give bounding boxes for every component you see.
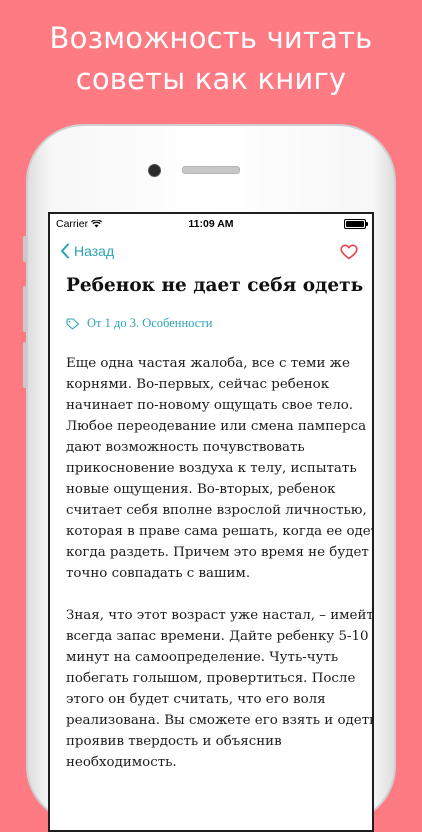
tag-icon xyxy=(66,317,80,330)
article-paragraph-2: Зная, что этот возраст уже настал, – име… xyxy=(66,605,374,773)
article-title: Ребенок не дает себя одеть xyxy=(66,275,364,296)
text-line: этого он будет считать, что его воля xyxy=(66,692,326,707)
status-bar: Carrier 11:09 AM xyxy=(50,214,372,234)
status-time: 11:09 AM xyxy=(188,218,234,230)
text-line: новые ощущения. Во-вторых, ребенок xyxy=(66,482,336,497)
article-category-label: От 1 до 3. Особенности xyxy=(87,316,213,330)
text-line: корнями. Во-первых, сейчас ребенок xyxy=(66,377,330,392)
promo-headline: Возможность читать советы как книгу xyxy=(0,18,422,100)
phone-frame: Carrier 11:09 AM Назад Ребенок не дает с… xyxy=(23,124,396,832)
text-line: реализована. Вы сможете его взять и одет… xyxy=(66,713,374,728)
earpiece-speaker xyxy=(182,166,240,174)
text-line: Еще одна частая жалоба, все с теми же xyxy=(66,356,350,371)
promo-headline-line-2: советы как книгу xyxy=(75,62,347,96)
text-line: минут на самоопределение. Чуть-чуть xyxy=(66,650,339,665)
battery-icon xyxy=(344,219,368,229)
text-line: считает себя вполне взрослой личностью, xyxy=(66,503,367,518)
text-line: проявив твердость и объяснив xyxy=(66,734,282,749)
text-line: точно совпадать с вашим. xyxy=(66,566,251,581)
mute-switch xyxy=(23,236,27,262)
text-line: дают возможность почувствовать xyxy=(66,440,305,455)
front-camera xyxy=(148,164,161,177)
text-line: Любое переодевание или смена памперса xyxy=(66,419,367,434)
promo-headline-line-1: Возможность читать xyxy=(49,21,373,55)
heart-icon xyxy=(340,244,358,260)
volume-down-button xyxy=(23,342,27,388)
text-line: необходимость. xyxy=(66,755,177,770)
back-button-label: Назад xyxy=(74,243,115,259)
navigation-bar: Назад xyxy=(50,234,372,274)
article-body: Еще одна частая жалоба, все с теми же ко… xyxy=(50,353,372,773)
phone-screen: Carrier 11:09 AM Назад Ребенок не дает с… xyxy=(48,212,374,832)
favorite-button[interactable] xyxy=(340,244,358,265)
back-button[interactable]: Назад xyxy=(60,243,114,259)
text-line: начинает по-новому ощущать свое тело. xyxy=(66,398,354,413)
text-line: когда раздеть. Причем это время не будет xyxy=(66,545,369,560)
article-category-link[interactable]: От 1 до 3. Особенности xyxy=(50,316,372,331)
volume-up-button xyxy=(23,286,27,332)
text-line: прикосновение воздуха к телу, испытать xyxy=(66,461,357,476)
text-line: которая в праве сама решать, когда ее од… xyxy=(66,524,374,539)
text-line: Зная, что этот возраст уже настал, – име… xyxy=(66,608,374,623)
chevron-left-icon xyxy=(61,243,69,259)
text-line: побегать голышом, провертиться. После xyxy=(66,671,356,686)
article-paragraph-1: Еще одна частая жалоба, все с теми же ко… xyxy=(66,353,374,584)
text-line: всегда запас времени. Дайте ребенку 5-10 xyxy=(66,629,369,644)
